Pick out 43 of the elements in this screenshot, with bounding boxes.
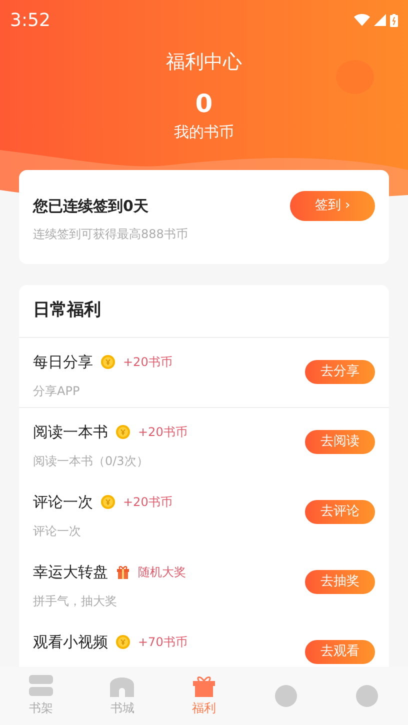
reward-label: 随机大奖 — [138, 564, 186, 582]
reward-label: +20书币 — [123, 354, 172, 372]
reward-label: +70书币 — [138, 634, 188, 652]
task-title: 每日分享 — [33, 352, 93, 373]
section-title: 日常福利 — [33, 299, 101, 322]
battery-icon — [390, 14, 398, 26]
tab[interactable]: 书城 — [82, 667, 164, 725]
task-button[interactable]: 去抽奖 — [305, 570, 375, 594]
wifi-icon — [354, 14, 370, 26]
reward-label: +20书币 — [123, 494, 172, 512]
checkin-status: 您已连续签到0天 — [33, 196, 148, 217]
tab[interactable]: 福利 — [163, 667, 245, 725]
page-title: 福利中心 — [166, 50, 242, 75]
task-title: 观看小视频 — [33, 632, 108, 653]
coin-label: 我的书币 — [174, 122, 234, 142]
task-description: 拼手气，抽大奖 — [33, 592, 118, 610]
coin-icon — [101, 495, 115, 510]
checkin-button[interactable]: 签到 › — [290, 191, 375, 221]
task-title: 阅读一本书 — [33, 422, 108, 443]
task-button[interactable]: 去阅读 — [305, 430, 375, 454]
task-button[interactable]: 去分享 — [305, 360, 375, 384]
gift-icon — [192, 675, 216, 697]
gift-icon — [116, 565, 130, 580]
house-icon — [110, 675, 134, 697]
task-title: 评论一次 — [33, 492, 93, 513]
coin-count: 0 — [195, 88, 213, 118]
task-description: 评论一次 — [33, 522, 82, 540]
circle-icon — [274, 685, 297, 707]
clock: 3:52 — [10, 8, 50, 32]
reward-label: +20书币 — [138, 424, 188, 442]
circle-icon — [356, 685, 378, 707]
coin-icon — [116, 635, 130, 650]
task-description: 分享APP — [33, 382, 81, 400]
signal-icon — [374, 14, 386, 26]
task-description: 阅读一本书（0/3次） — [33, 452, 150, 470]
coin-icon — [101, 355, 115, 370]
task-title: 幸运大转盘 — [33, 562, 108, 583]
task-button[interactable]: 去评论 — [305, 500, 375, 524]
tab[interactable]: 书架 — [0, 667, 82, 725]
task-button[interactable]: 去观看 — [305, 640, 375, 664]
checkin-hint: 连续签到可获得最高888书币 — [33, 226, 189, 243]
coin-icon — [116, 425, 130, 440]
shelf-icon — [28, 675, 53, 697]
